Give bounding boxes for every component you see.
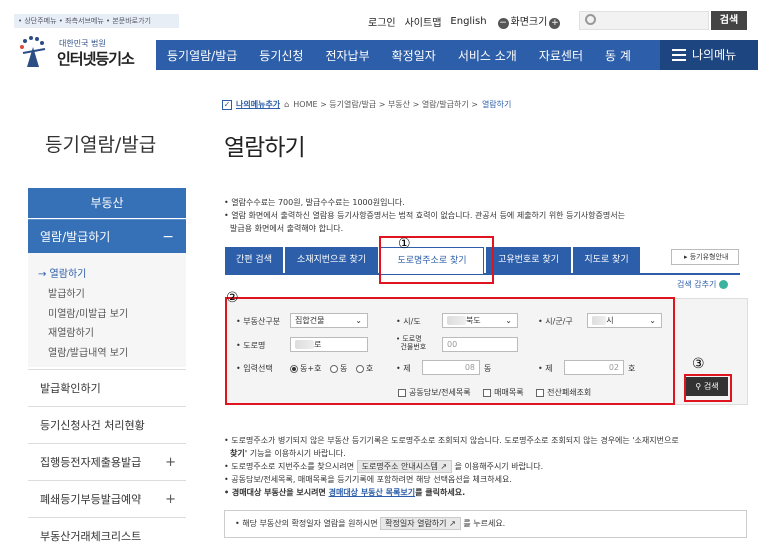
note-text: • 도로명주소가 병기되지 않은 부동산 등기기록은 도로명주소로 조회되지 않… — [224, 436, 679, 445]
search-icon — [585, 14, 596, 25]
collapse-icon[interactable]: − — [162, 220, 174, 254]
sidebar-item-electronic[interactable]: 집행등전자제출용발급 + — [28, 443, 186, 480]
tab-lot-address[interactable]: 소재지번으로 찾기 — [285, 247, 378, 274]
annotation-box-tab — [379, 236, 494, 284]
my-menu-label: 나의메뉴 — [692, 48, 737, 62]
annotation-number: ③ — [692, 356, 705, 372]
note-line: • 경매대상 부동산을 보시려면 경매대상 부동산 목록보기를 클릭하세요. — [224, 486, 744, 499]
sidebar-item-label: 등기신청사건 처리현황 — [40, 419, 145, 432]
nav-item-epay[interactable]: 전자납부 — [314, 47, 380, 64]
nav-item-view-issue[interactable]: 등기열람/발급 — [156, 47, 248, 64]
sidebar-title: 등기열람/발급 — [45, 134, 157, 156]
external-link-icon: ↗ — [440, 462, 448, 471]
sidebar-item-label: 열람/발급하기 — [40, 230, 111, 244]
sidebar-item-checklist[interactable]: 부동산거래체크리스트 — [28, 517, 186, 554]
nav-item-resources[interactable]: 자료센터 — [528, 47, 594, 64]
home-icon[interactable]: ⌂ — [284, 100, 289, 109]
search-input[interactable] — [579, 11, 709, 30]
sidebar-sub-item-history[interactable]: 열람/발급내역 보기 — [48, 344, 128, 359]
fixed-date-view-button[interactable]: 확정일자 열람하기 ↗ — [380, 517, 461, 530]
annotation-box-form — [225, 297, 675, 405]
road-address-notes: • 도로명주소가 병기되지 않은 부동산 등기기록은 도로명주소로 조회되지 않… — [224, 434, 744, 499]
add-my-menu-link[interactable]: 나의메뉴추가 — [236, 99, 280, 110]
breadcrumb-current: 열람하기 — [481, 100, 512, 109]
hide-search-label: 검색 감추기 — [677, 280, 717, 289]
checkmark-icon: ✓ — [222, 99, 232, 110]
page-title: 열람하기 — [224, 135, 306, 161]
note-line: • 열람수수료는 700원, 발급수수료는 1000원입니다. — [224, 198, 405, 207]
note-line: • 도로명주소가 병기되지 않은 부동산 등기기록은 도로명주소로 조회되지 않… — [224, 434, 744, 447]
nav-item-apply[interactable]: 등기신청 — [248, 47, 314, 64]
skip-links[interactable]: • 상단주메뉴 • 좌측서브메뉴 • 본문바로가기 — [14, 14, 179, 28]
sitemap-link[interactable]: 사이트맵 — [405, 14, 442, 29]
my-menu-button[interactable]: 나의메뉴 — [660, 40, 758, 70]
note-text: 기능을 이용하시기 바랍니다. — [247, 449, 346, 458]
zoom-in-icon[interactable]: + — [549, 18, 561, 29]
note-bold: 찾기' — [230, 449, 248, 458]
sidebar-item-label: 부동산거래체크리스트 — [40, 530, 142, 543]
breadcrumb-path: HOME > 등기열람/발급 > 부동산 > 열람/발급하기 > — [293, 100, 478, 109]
sidebar-item-label: 집행등전자제출용발급 — [40, 456, 142, 469]
top-links: 로그인 사이트맵 English − 화면크기 + — [368, 13, 562, 29]
note-text: 을 이용해주시기 바랍니다. — [454, 462, 544, 471]
sidebar-item-view-issue[interactable]: 열람/발급하기 − — [28, 219, 186, 253]
note-text: 를 클릭하세요. — [415, 488, 466, 497]
hamburger-icon — [672, 49, 686, 61]
fee-notes: • 열람수수료는 700원, 발급수수료는 1000원입니다. • 열람 화면에… — [224, 196, 724, 235]
note-text: • 해당 부동산의 확정일자 열람을 원하시면 — [235, 519, 378, 528]
button-label: 확정일자 열람하기 — [385, 519, 447, 528]
site-logo[interactable]: 대한민국 법원 인터넷등기소 — [17, 33, 152, 71]
nav-item-service[interactable]: 서비스 소개 — [447, 47, 528, 64]
note-text: • 도로명주소로 지번주소를 찾으시려면 — [224, 462, 355, 471]
note-text: • 경매대상 부동산을 보시려면 — [224, 488, 326, 497]
sidebar-section[interactable]: 부동산 — [28, 188, 186, 218]
nav-item-stats[interactable]: 동 계 — [594, 47, 642, 64]
tab-unique-number[interactable]: 고유번호로 찾기 — [486, 247, 571, 274]
logo-title: 인터넷등기소 — [57, 50, 135, 68]
sidebar-item-status[interactable]: 등기신청사건 처리현황 — [28, 406, 186, 443]
sidebar-item-label: 폐쇄등기부등발급예약 — [40, 493, 142, 506]
zoom-label: 화면크기 — [510, 17, 548, 28]
sidebar-item-label: 발급확인하기 — [40, 382, 101, 395]
expand-icon[interactable]: + — [165, 481, 176, 518]
zoom-control: − 화면크기 + — [496, 13, 563, 29]
note-line: 찾기' 기능을 이용하시기 바랍니다. — [224, 447, 744, 460]
note-line: • 공동담보/전세목록, 매매목록을 등기기록에 포함하려면 해당 선택옵션을 … — [224, 475, 512, 484]
annotation-number: ① — [398, 236, 411, 252]
road-address-guide-button[interactable]: 도로명주소 안내시스템 ↗ — [356, 460, 453, 473]
nav-item-fixed-date[interactable]: 확정일자 — [381, 47, 447, 64]
court-logo-icon — [20, 36, 46, 67]
main-nav: 등기열람/발급 등기신청 전자납부 확정일자 서비스 소개 자료센터 동 계 나… — [156, 40, 758, 70]
note-text: 를 누르세요. — [463, 519, 506, 528]
chevron-up-icon — [719, 280, 729, 289]
note-line: • 열람 화면에서 출력하신 열람용 등기사항증명서는 법적 효력이 없습니다.… — [224, 211, 625, 220]
search-button[interactable]: 검색 — [711, 11, 747, 30]
tab-simple-search[interactable]: 간편 검색 — [225, 247, 283, 274]
tab-map[interactable]: 지도로 찾기 — [573, 247, 640, 274]
registry-type-guide-button[interactable]: ▸ 등기유형안내 — [671, 249, 739, 265]
sidebar-sub-item-unviewed[interactable]: 미열람/미발급 보기 — [48, 305, 128, 320]
login-link[interactable]: 로그인 — [368, 14, 396, 29]
sidebar-item-reserve[interactable]: 폐쇄등기부등발급예약 + — [28, 480, 186, 517]
annotation-box-button — [684, 374, 732, 402]
sidebar-sub-item-review[interactable]: 재열람하기 — [48, 324, 94, 339]
note-line: 발급용 화면에서 출력해야 합니다. — [230, 224, 344, 233]
sidebar-sub-item-view[interactable]: → 열람하기 — [38, 265, 86, 280]
sidebar-sub-item-issue[interactable]: 발급하기 — [48, 285, 85, 300]
button-label: 도로명주소 안내시스템 — [361, 462, 438, 471]
fixed-date-info: • 해당 부동산의 확정일자 열람을 원하시면 확정일자 열람하기 ↗ 를 누르… — [224, 510, 747, 538]
sidebar-item-verify[interactable]: 발급확인하기 — [28, 369, 186, 406]
external-link-icon: ↗ — [449, 519, 456, 528]
note-line: • 도로명주소로 지번주소를 찾으시려면 도로명주소 안내시스템 ↗ 을 이용해… — [224, 460, 744, 473]
expand-icon[interactable]: + — [165, 444, 176, 481]
annotation-number: ② — [226, 290, 239, 306]
breadcrumb: ✓ 나의메뉴추가 ⌂ HOME > 등기열람/발급 > 부동산 > 열람/발급하… — [222, 99, 511, 110]
english-link[interactable]: English — [450, 16, 486, 27]
zoom-out-icon[interactable]: − — [497, 18, 509, 29]
hide-search-toggle[interactable]: 검색 감추기 — [677, 279, 729, 290]
auction-list-link[interactable]: 경매대상 부동산 목록보기 — [329, 488, 416, 497]
